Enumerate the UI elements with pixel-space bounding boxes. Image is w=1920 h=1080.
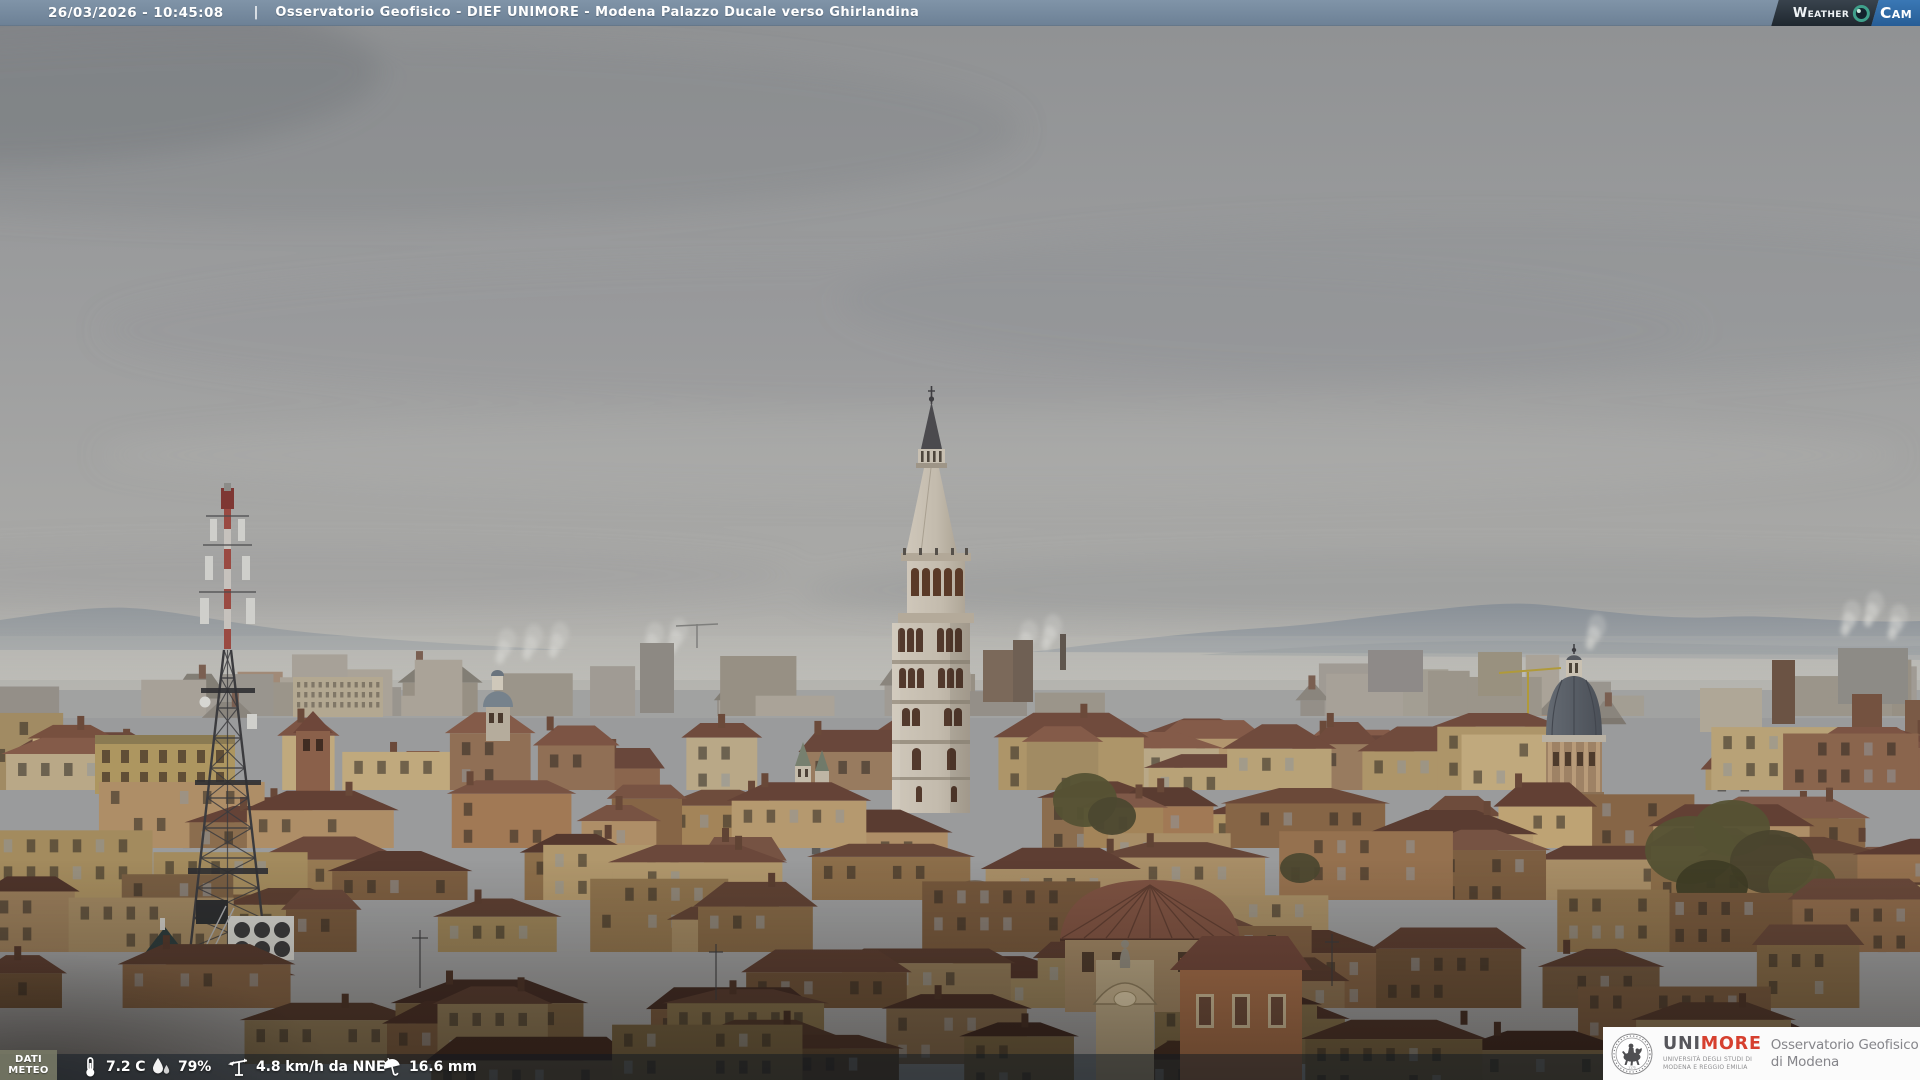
thermometer-icon — [86, 1057, 95, 1077]
unimore-more-text: MORE — [1700, 1033, 1762, 1054]
timestamp: 26/03/2026 - 10:45:08 — [48, 4, 224, 21]
rain-value: 16.6 mm — [409, 1059, 477, 1075]
unimore-uni-text: UNI — [1663, 1033, 1701, 1054]
unimore-seal-icon: 1175 — [1611, 1033, 1653, 1074]
humidity-value: 79% — [178, 1059, 212, 1075]
meteo-label: DATI METEO — [0, 1050, 57, 1080]
unimore-branding[interactable]: 1175 UNIMORE UNIVERSITÀ DEGLI STUDI DI M… — [1603, 1027, 1920, 1080]
webcam-page: 26/03/2026 - 10:45:08 | Osservatorio Geo… — [0, 0, 1920, 1080]
observatory-name: Osservatorio Geofisico di Modena — [1771, 1037, 1919, 1071]
wind-readout: 4.8 km/h da NNE — [226, 1054, 385, 1080]
page-title: Osservatorio Geofisico - DIEF UNIMORE - … — [275, 5, 920, 20]
weathercam-logo[interactable]: Weather Cam — [1770, 0, 1920, 26]
meteo-label-line2: METEO — [8, 1065, 49, 1076]
webcam-photo — [0, 0, 1920, 1080]
separator: | — [253, 5, 259, 20]
wind-value: 4.8 km/h da NNE — [256, 1059, 386, 1075]
corner-shadow — [0, 900, 420, 1080]
weathercam-weather-label: Weather — [1792, 5, 1849, 21]
unimore-wordmark: UNIMORE UNIVERSITÀ DEGLI STUDI DI MODENA… — [1663, 1033, 1762, 1072]
observatory-name-line2: di Modena — [1770, 1053, 1840, 1070]
observatory-name-line1: Osservatorio Geofisico — [1770, 1036, 1919, 1053]
unimore-sub-line1: UNIVERSITÀ DEGLI STUDI DI — [1663, 1055, 1753, 1063]
svg-text:1175: 1175 — [1628, 1065, 1636, 1069]
header-bar: 26/03/2026 - 10:45:08 | Osservatorio Geo… — [0, 0, 1920, 26]
humidity-readout: 79% — [150, 1054, 211, 1080]
humidity-icon — [153, 1058, 170, 1074]
temperature-value: 7.2 C — [106, 1059, 146, 1075]
wind-vane-icon — [228, 1058, 248, 1076]
umbrella-icon — [382, 1057, 400, 1076]
rain-readout: 16.6 mm — [381, 1054, 477, 1080]
meteo-label-line1: DATI — [14, 1053, 42, 1065]
weathercam-cam-label: Cam — [1879, 4, 1912, 22]
unimore-sub-line2: MODENA E REGGIO EMILIA — [1663, 1063, 1748, 1071]
camera-lens-icon — [1852, 4, 1870, 22]
temperature-readout: 7.2 C — [80, 1054, 146, 1080]
